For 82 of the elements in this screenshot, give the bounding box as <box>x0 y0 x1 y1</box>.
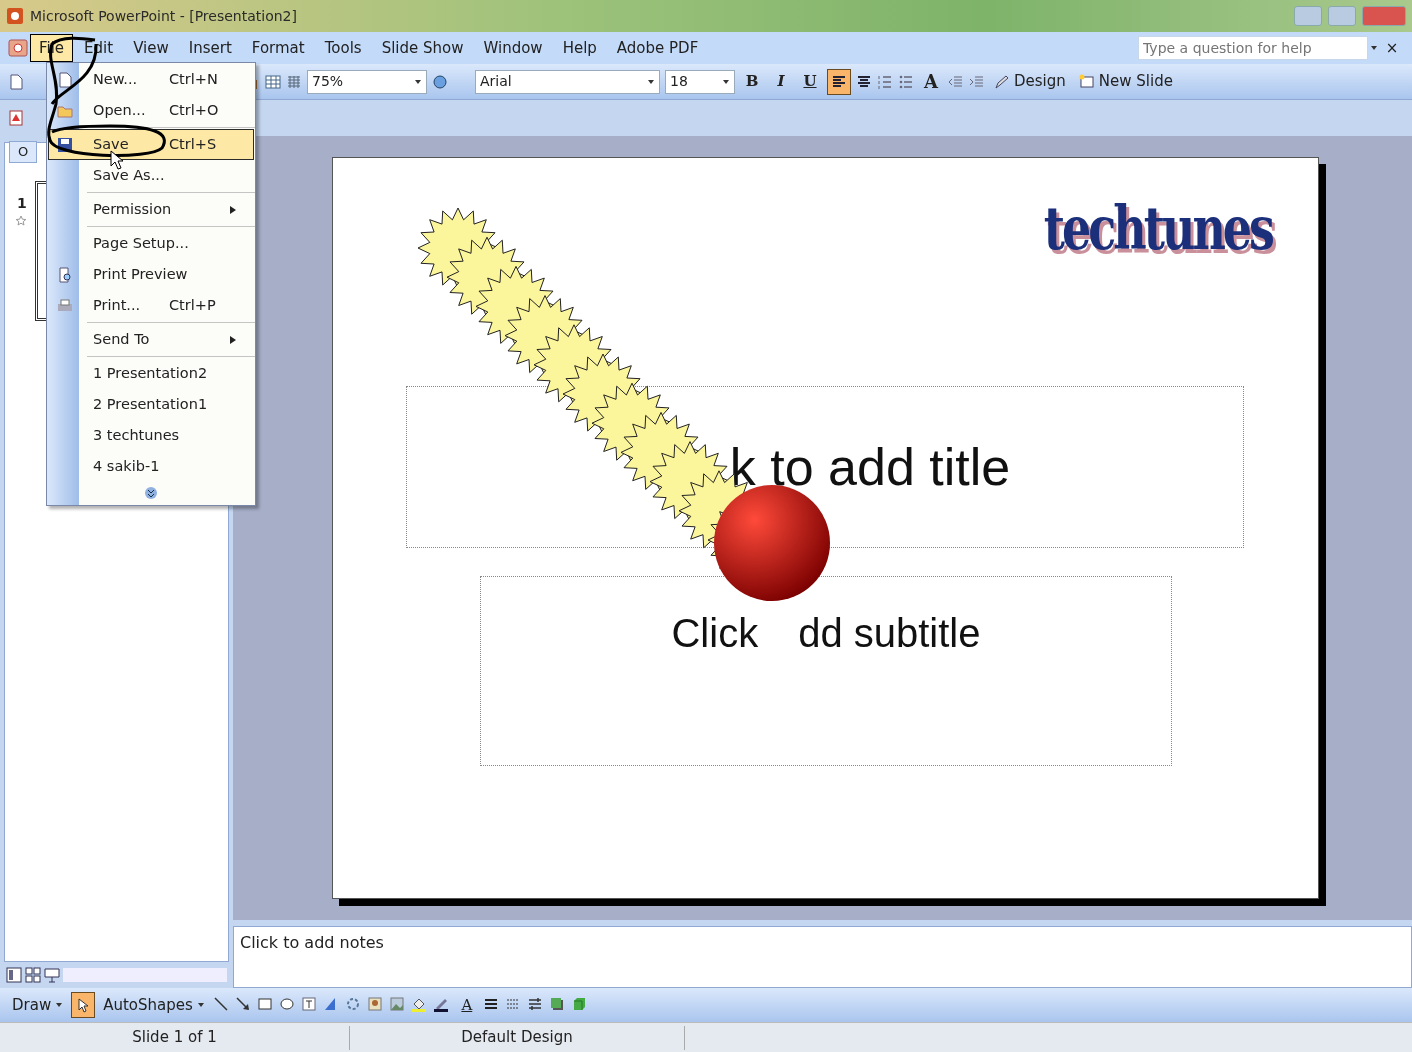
mouse-pointer-icon <box>110 150 124 170</box>
menu-item[interactable]: Adobe PDF <box>607 33 708 63</box>
menu-item[interactable]: 4 sakib-1 <box>48 451 254 482</box>
caret-icon[interactable] <box>1370 44 1378 52</box>
expand-chevron-icon[interactable] <box>144 486 158 500</box>
horizontal-scrollbar[interactable] <box>63 968 227 982</box>
caret-icon <box>55 1001 64 1009</box>
bulleted-list-icon[interactable] <box>898 73 914 90</box>
outline-tab[interactable]: O <box>9 141 38 163</box>
slide-sorter-icon[interactable] <box>25 967 41 983</box>
menu-item[interactable]: Tools <box>315 33 371 63</box>
font-field[interactable]: Arial <box>475 69 660 94</box>
align-left-button[interactable] <box>827 68 851 95</box>
caret-icon <box>196 1001 205 1009</box>
status-text: Slide 1 of 1 <box>132 1027 217 1049</box>
new-document-icon <box>57 71 73 88</box>
menu-item[interactable]: Slide Show <box>372 33 473 63</box>
menu-item[interactable]: Format <box>242 33 314 63</box>
font-color-button[interactable]: A <box>454 992 479 1018</box>
decrease-indent-icon[interactable] <box>948 73 964 90</box>
select-objects-button[interactable] <box>71 992 96 1018</box>
grid-icon[interactable] <box>286 73 302 90</box>
new-slide-icon <box>1078 73 1095 90</box>
star-icon <box>15 215 27 227</box>
underline-button[interactable]: U <box>798 68 822 95</box>
print-preview-icon <box>57 266 73 283</box>
increase-indent-icon[interactable] <box>969 73 985 90</box>
numbered-list-icon[interactable] <box>877 73 893 90</box>
status-text: Default Design <box>461 1027 573 1049</box>
help-icon[interactable] <box>432 73 448 90</box>
new-slide-button[interactable]: New Slide <box>1074 68 1177 95</box>
menu-item[interactable]: New... Ctrl+N <box>48 64 254 95</box>
menu-item[interactable]: Save As... <box>48 160 254 191</box>
menu-item[interactable]: Insert <box>179 33 241 63</box>
fill-color-icon[interactable] <box>410 996 429 1014</box>
submenu-arrow-icon <box>229 204 237 215</box>
menu-item[interactable]: Save Ctrl+S <box>48 129 254 160</box>
table-icon[interactable] <box>265 73 281 90</box>
normal-view-icon[interactable] <box>6 967 22 983</box>
document-icon[interactable] <box>8 38 28 58</box>
menu-item[interactable]: 3 techtunes <box>48 420 254 451</box>
menu-item[interactable]: 2 Presentation1 <box>48 389 254 420</box>
align-center-icon[interactable] <box>856 73 872 90</box>
menu-item[interactable]: Permission <box>48 194 254 225</box>
menu-item[interactable]: 1 Presentation2 <box>48 358 254 389</box>
app-icon <box>6 7 24 25</box>
caret-icon[interactable] <box>647 77 655 86</box>
text-box-icon[interactable] <box>300 996 319 1014</box>
clip-art-icon[interactable] <box>366 996 385 1014</box>
menu-item[interactable]: Open... Ctrl+O <box>48 95 254 126</box>
caret-icon[interactable] <box>414 77 422 86</box>
notes-placeholder[interactable]: Click to add notes <box>240 933 384 953</box>
logo-wordart: techtunes <box>1043 191 1272 266</box>
menu-item[interactable]: Print Preview <box>48 259 254 290</box>
caret-icon[interactable] <box>722 77 730 86</box>
menu-item[interactable]: View <box>124 33 178 63</box>
submenu-arrow-icon <box>229 334 237 345</box>
italic-button[interactable]: I <box>769 68 793 95</box>
slide-number: 1 <box>17 194 27 213</box>
new-document-icon[interactable] <box>8 73 24 90</box>
design-button[interactable]: Design <box>990 68 1070 95</box>
bold-button[interactable]: B <box>740 68 764 95</box>
slide-show-icon[interactable] <box>44 967 60 983</box>
menu-item[interactable]: Page Setup... <box>48 228 254 259</box>
pencil-icon <box>994 73 1010 90</box>
close-document-button[interactable]: × <box>1380 35 1404 61</box>
zoom-field[interactable]: 75% <box>307 69 427 94</box>
menu-item[interactable]: Window <box>474 33 552 63</box>
grow-font-button[interactable]: A <box>919 68 943 95</box>
font-size-field[interactable]: 18 <box>665 69 735 94</box>
menu-item[interactable]: Help <box>553 33 606 63</box>
help-search-field[interactable]: Type a question for help <box>1138 36 1368 60</box>
menu-item[interactable]: Print... Ctrl+P <box>48 290 254 321</box>
printer-icon <box>57 297 73 314</box>
draw-menu-button[interactable]: Draw <box>8 992 68 1018</box>
window-title: Microsoft PowerPoint - [Presentation2] <box>30 6 297 26</box>
line-color-icon[interactable] <box>432 996 451 1014</box>
autoshapes-button[interactable]: AutoShapes <box>99 992 209 1018</box>
align-left-icon <box>831 73 847 90</box>
pdf-icon[interactable] <box>8 110 24 126</box>
picture-icon[interactable] <box>388 996 407 1014</box>
menu-item[interactable]: Send To <box>48 324 254 355</box>
